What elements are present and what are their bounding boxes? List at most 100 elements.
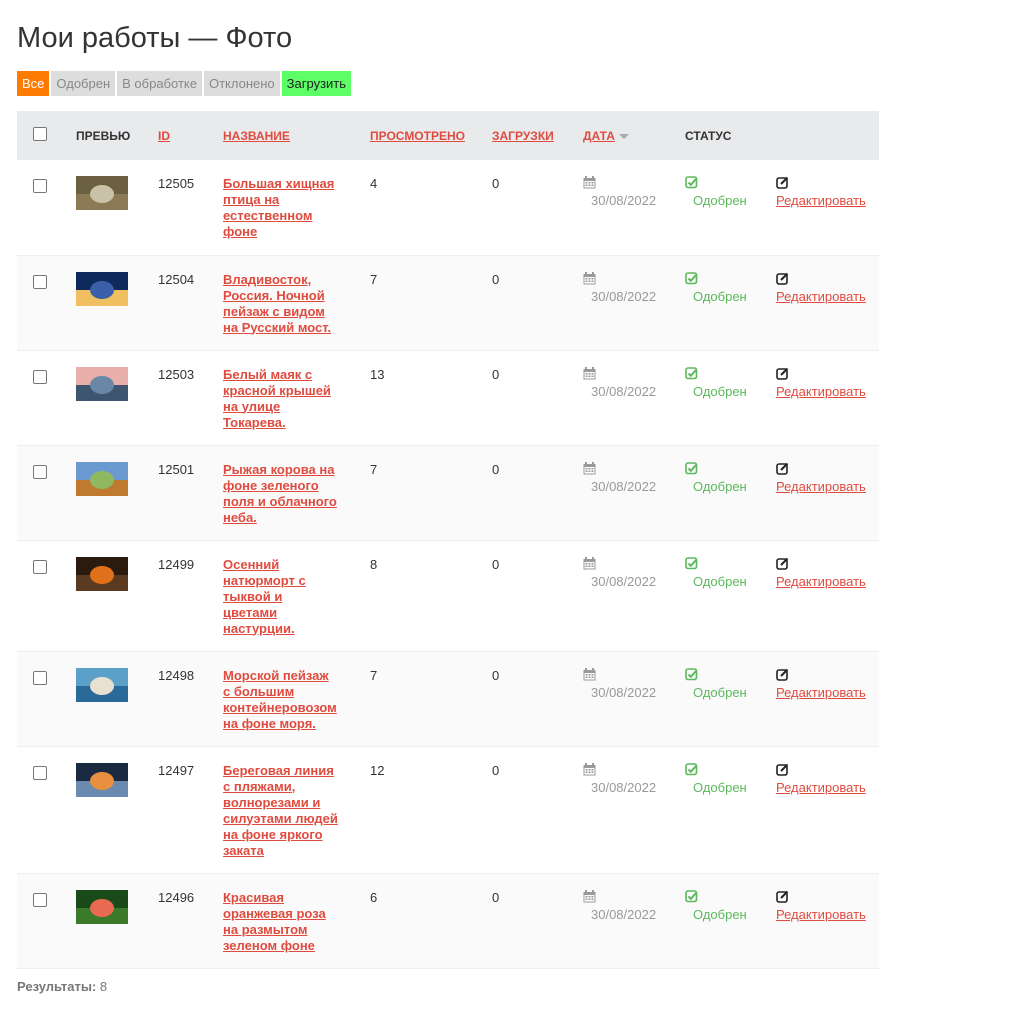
downloads-count: 0	[492, 556, 500, 572]
row-checkbox[interactable]	[33, 559, 47, 574]
results-label: Результаты:	[17, 979, 97, 994]
calendar-icon	[583, 667, 596, 680]
row-checkbox[interactable]	[33, 765, 47, 780]
filter-processing-button[interactable]: В обработке	[117, 71, 202, 96]
work-id: 12499	[158, 556, 195, 572]
row-checkbox[interactable]	[33, 369, 47, 384]
views-count: 13	[370, 366, 385, 382]
row-checkbox[interactable]	[33, 892, 47, 907]
work-title-link[interactable]: Владивосток, Россия. Ночной пейзаж с видом…	[223, 272, 331, 335]
edit-icon[interactable]	[776, 557, 789, 570]
edit-link[interactable]: Редактировать	[776, 193, 879, 208]
approved-check-icon	[685, 271, 698, 284]
status-badge: Одобрен	[693, 383, 747, 399]
column-preview: ПРЕВЬЮ	[76, 128, 131, 143]
edit-link[interactable]: Редактировать	[776, 479, 879, 494]
edit-link[interactable]: Редактировать	[776, 685, 879, 700]
status-badge: Одобрен	[693, 684, 747, 700]
work-title-link[interactable]: Береговая линия с пляжами, волнорезами и си…	[223, 763, 338, 858]
sort-by-downloads-link[interactable]: ЗАГРУЗКИ	[492, 129, 554, 143]
edit-link[interactable]: Редактировать	[776, 574, 879, 589]
status-badge: Одобрен	[693, 193, 747, 208]
table-row: 12503 Белый маяк с красной крышей на улице…	[17, 350, 879, 445]
edit-icon[interactable]	[776, 462, 789, 475]
approved-check-icon	[685, 889, 698, 902]
status-filter-bar: Все Одобрен В обработке Отклонено Загруз…	[17, 71, 352, 96]
sort-desc-icon	[618, 133, 629, 139]
table-row: 12497 Береговая линия с пляжами, волнореза…	[17, 746, 879, 873]
work-title-link[interactable]: Большая хищная птица на естественном фоне	[223, 176, 334, 239]
sort-by-id-link[interactable]: ID	[158, 129, 170, 143]
work-title-cell: Владивосток, Россия. Ночной пейзаж с видом…	[223, 255, 370, 350]
work-title-cell: Береговая линия с пляжами, волнорезами и си…	[223, 746, 370, 873]
upload-date: 30/08/2022	[591, 383, 657, 399]
filter-approved-button[interactable]: Одобрен	[51, 71, 116, 96]
preview-thumbnail[interactable]	[76, 556, 128, 591]
row-checkbox[interactable]	[33, 274, 47, 289]
calendar-icon	[583, 271, 596, 284]
edit-icon[interactable]	[776, 367, 789, 380]
work-id: 12501	[158, 461, 195, 477]
row-checkbox[interactable]	[33, 670, 47, 685]
work-title-cell: Рыжая корова на фоне зеленого поля и облач…	[223, 445, 370, 540]
edit-link[interactable]: Редактировать	[776, 907, 879, 922]
views-count: 6	[370, 889, 378, 905]
work-title-link[interactable]: Осенний натюрморт с тыквой и цветами настурц…	[223, 557, 306, 636]
work-id: 12504	[158, 271, 195, 287]
edit-icon[interactable]	[776, 176, 789, 189]
views-count: 7	[370, 461, 378, 477]
calendar-icon	[583, 461, 596, 474]
sort-by-title-link[interactable]: НАЗВАНИЕ	[223, 129, 290, 143]
preview-thumbnail[interactable]	[76, 889, 128, 924]
table-row: 12496 Красивая оранжевая роза на размытом з…	[17, 873, 879, 968]
work-id: 12505	[158, 176, 195, 191]
views-count: 7	[370, 271, 378, 287]
preview-thumbnail[interactable]	[76, 667, 128, 702]
approved-check-icon	[685, 461, 698, 474]
edit-icon[interactable]	[776, 668, 789, 681]
column-status: СТАТУС	[685, 128, 732, 143]
edit-icon[interactable]	[776, 890, 789, 903]
edit-icon[interactable]	[776, 272, 789, 285]
sort-by-views-link[interactable]: ПРОСМОТРЕНО	[370, 129, 465, 143]
upload-button[interactable]: Загрузить	[281, 71, 352, 96]
work-title-link[interactable]: Рыжая корова на фоне зеленого поля и облач…	[223, 462, 337, 525]
work-title-link[interactable]: Красивая оранжевая роза на размытом зеленом…	[223, 890, 326, 953]
select-all-checkbox[interactable]	[33, 127, 47, 141]
row-checkbox[interactable]	[33, 179, 47, 193]
filter-all-button[interactable]: Все	[17, 71, 50, 96]
results-count: 8	[99, 979, 108, 994]
preview-thumbnail[interactable]	[76, 461, 128, 496]
work-title-cell: Морской пейзаж с большим контейнеровозом на…	[223, 651, 370, 746]
work-id: 12497	[158, 762, 195, 778]
page-title: Мои работы — Фото	[17, 22, 293, 54]
work-title-cell: Осенний натюрморт с тыквой и цветами настурц…	[223, 540, 370, 651]
preview-thumbnail[interactable]	[76, 271, 128, 306]
sort-by-date-link[interactable]: ДАТА	[583, 129, 615, 143]
views-count: 12	[370, 762, 385, 778]
work-title-link[interactable]: Морской пейзаж с большим контейнеровозом на…	[223, 668, 337, 731]
upload-date: 30/08/2022	[591, 906, 657, 922]
edit-icon[interactable]	[776, 763, 789, 776]
edit-link[interactable]: Редактировать	[776, 384, 879, 399]
downloads-count: 0	[492, 667, 500, 683]
status-badge: Одобрен	[693, 573, 747, 589]
work-id: 12498	[158, 667, 195, 683]
downloads-count: 0	[492, 366, 500, 382]
table-row: 12499 Осенний натюрморт с тыквой и цветами н…	[17, 540, 879, 651]
approved-check-icon	[685, 176, 698, 189]
results-summary: Результаты: 8	[17, 979, 107, 994]
work-id: 12503	[158, 366, 195, 382]
preview-thumbnail[interactable]	[76, 176, 128, 210]
work-id: 12496	[158, 889, 195, 905]
work-title-link[interactable]: Белый маяк с красной крышей на улице Токаре…	[223, 367, 331, 430]
preview-thumbnail[interactable]	[76, 366, 128, 401]
calendar-icon	[583, 366, 596, 379]
upload-date: 30/08/2022	[591, 573, 657, 589]
preview-thumbnail[interactable]	[76, 762, 128, 797]
row-checkbox[interactable]	[33, 464, 47, 479]
calendar-icon	[583, 762, 596, 775]
filter-rejected-button[interactable]: Отклонено	[203, 71, 280, 96]
edit-link[interactable]: Редактировать	[776, 780, 879, 795]
edit-link[interactable]: Редактировать	[776, 289, 879, 304]
